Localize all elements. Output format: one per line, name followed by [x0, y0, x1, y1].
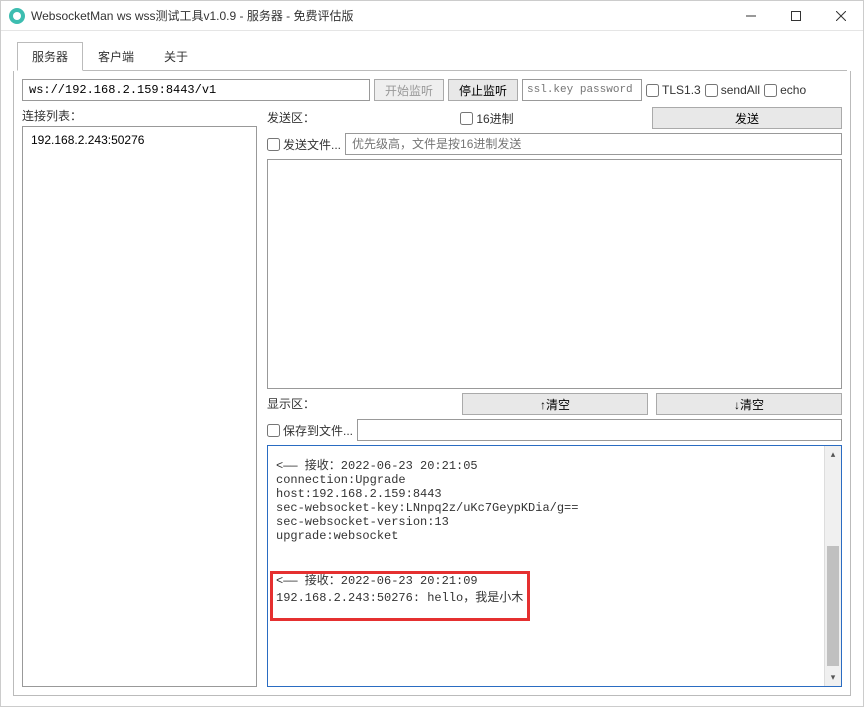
- stop-listen-button[interactable]: 停止监听: [448, 79, 518, 101]
- echo-checkbox[interactable]: echo: [764, 83, 806, 97]
- scroll-up-icon[interactable]: ▴: [825, 446, 841, 463]
- tab-server[interactable]: 服务器: [17, 42, 83, 71]
- window-title: WebsocketMan ws wss测试工具v1.0.9 - 服务器 - 免费…: [31, 7, 354, 24]
- send-header: 发送区： 16进制 发送: [267, 107, 842, 129]
- send-file-label: 发送文件...: [283, 136, 341, 153]
- tabs: 服务器 客户端 关于: [1, 31, 863, 70]
- send-file-checkbox[interactable]: 发送文件...: [267, 136, 341, 153]
- send-file-input[interactable]: [345, 133, 842, 155]
- clear-up-button[interactable]: ↑清空: [462, 393, 648, 415]
- hex-label: 16进制: [476, 110, 513, 127]
- connection-list[interactable]: 192.168.2.243:50276: [22, 126, 257, 687]
- close-button[interactable]: [818, 1, 863, 30]
- right-column: 发送区： 16进制 发送 发送文件...: [267, 107, 842, 687]
- sendall-checkbox[interactable]: sendAll: [705, 83, 760, 97]
- tls13-label: TLS1.3: [662, 83, 701, 97]
- ssl-password-input[interactable]: [522, 79, 642, 101]
- app-window: WebsocketMan ws wss测试工具v1.0.9 - 服务器 - 免费…: [0, 0, 864, 707]
- hex-checkbox-input[interactable]: [460, 112, 473, 125]
- save-file-checkbox[interactable]: 保存到文件...: [267, 422, 353, 439]
- scroll-thumb[interactable]: [827, 546, 839, 666]
- receive-text[interactable]: <—— 接收：2022-06-23 20:21:05 connection:Up…: [268, 446, 824, 686]
- send-file-row: 发送文件...: [267, 133, 842, 155]
- receive-area: <—— 接收：2022-06-23 20:21:05 connection:Up…: [267, 445, 842, 687]
- send-area-label: 发送区：: [267, 109, 322, 126]
- send-textarea[interactable]: [267, 159, 842, 389]
- tab-client[interactable]: 客户端: [83, 42, 149, 71]
- window-controls: [728, 1, 863, 30]
- tls13-checkbox[interactable]: TLS1.3: [646, 83, 701, 97]
- sendall-checkbox-input[interactable]: [705, 84, 718, 97]
- scroll-down-icon[interactable]: ▾: [825, 669, 841, 686]
- app-icon: [9, 8, 25, 24]
- left-column: 连接列表： 192.168.2.243:50276: [22, 107, 257, 687]
- sendall-label: sendAll: [721, 83, 760, 97]
- scrollbar[interactable]: ▴ ▾: [824, 446, 841, 686]
- save-file-input[interactable]: [357, 419, 842, 441]
- body-area: 连接列表： 192.168.2.243:50276 发送区： 16进制: [22, 107, 842, 687]
- send-button[interactable]: 发送: [652, 107, 842, 129]
- maximize-button[interactable]: [773, 1, 818, 30]
- url-input[interactable]: [22, 79, 370, 101]
- display-header: 显示区： ↑清空 ↓清空: [267, 393, 842, 415]
- connection-list-label: 连接列表：: [22, 107, 257, 124]
- echo-checkbox-input[interactable]: [764, 84, 777, 97]
- save-file-label: 保存到文件...: [283, 422, 353, 439]
- tls13-checkbox-input[interactable]: [646, 84, 659, 97]
- save-file-row: 保存到文件...: [267, 419, 842, 441]
- minimize-button[interactable]: [728, 1, 773, 30]
- list-item[interactable]: 192.168.2.243:50276: [27, 131, 252, 149]
- echo-label: echo: [780, 83, 806, 97]
- url-row: 开始监听 停止监听 TLS1.3 sendAll echo: [22, 79, 842, 101]
- hex-checkbox[interactable]: 16进制: [332, 110, 642, 127]
- display-area-label: 显示区：: [267, 395, 322, 412]
- clear-down-button[interactable]: ↓清空: [656, 393, 842, 415]
- main-panel: 开始监听 停止监听 TLS1.3 sendAll echo 连接列表： 1: [13, 71, 851, 696]
- save-file-checkbox-input[interactable]: [267, 424, 280, 437]
- send-file-checkbox-input[interactable]: [267, 138, 280, 151]
- title-bar: WebsocketMan ws wss测试工具v1.0.9 - 服务器 - 免费…: [1, 1, 863, 31]
- tab-about[interactable]: 关于: [149, 42, 203, 71]
- start-listen-button[interactable]: 开始监听: [374, 79, 444, 101]
